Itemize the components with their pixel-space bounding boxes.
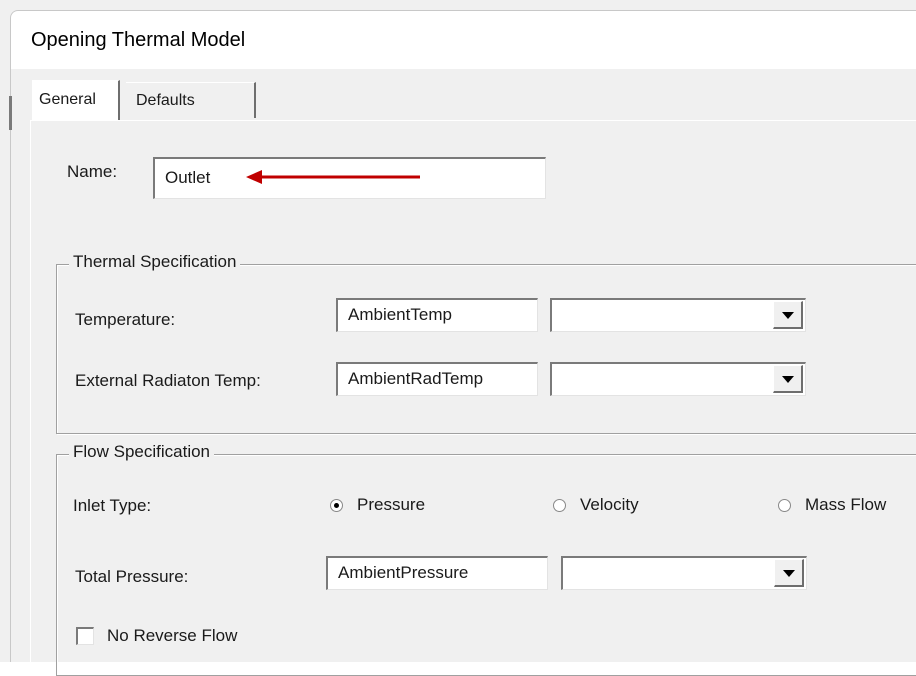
title-bar: Opening Thermal Model: [10, 10, 916, 69]
total-pressure-label: Total Pressure:: [75, 567, 189, 586]
temperature-input[interactable]: AmbientTemp: [336, 298, 538, 332]
no-reverse-flow-label[interactable]: No Reverse Flow: [107, 626, 237, 646]
pressure-unit-select[interactable]: [561, 556, 807, 590]
radiation-temp-input[interactable]: AmbientRadTemp: [336, 362, 538, 396]
window-edge-mark: [9, 96, 12, 130]
thermal-spec-group: Thermal Specification: [56, 252, 916, 434]
total-pressure-input[interactable]: AmbientPressure: [326, 556, 548, 590]
radio-pressure-label: Pressure: [357, 495, 426, 514]
dialog-window: Opening Thermal Model General Defaults N…: [0, 0, 916, 676]
tab-general[interactable]: General: [32, 80, 120, 120]
no-reverse-flow-checkbox[interactable]: [76, 627, 94, 645]
radio-velocity-circle[interactable]: [553, 498, 566, 512]
dropdown-arrow-icon: [782, 312, 794, 319]
radiation-temp-label: External Radiaton Temp:: [75, 371, 261, 390]
radio-pressure-circle[interactable]: [330, 498, 343, 512]
temperature-label: Temperature:: [75, 310, 176, 329]
dropdown-button[interactable]: [773, 301, 803, 329]
radio-mass-flow-label: Mass Flow: [805, 495, 887, 514]
dropdown-arrow-icon: [782, 376, 794, 383]
annotation-arrow: [246, 170, 420, 184]
inlet-type-label: Inlet Type:: [73, 496, 152, 515]
name-label: Name:: [67, 162, 118, 181]
radio-velocity-label: Velocity: [580, 495, 639, 514]
radio-velocity[interactable]: Velocity: [553, 495, 639, 515]
radio-mass-flow[interactable]: Mass Flow: [778, 495, 886, 515]
dropdown-button[interactable]: [774, 559, 804, 587]
radio-pressure[interactable]: Pressure: [330, 495, 425, 515]
temperature-unit-select[interactable]: [550, 298, 806, 332]
flow-spec-title: Flow Specification: [69, 442, 215, 462]
thermal-spec-title: Thermal Specification: [69, 252, 241, 272]
radiation-unit-select[interactable]: [550, 362, 806, 396]
window-left-border: [10, 68, 11, 662]
radio-mass-flow-circle[interactable]: [778, 498, 791, 512]
window-title: Opening Thermal Model: [31, 29, 246, 51]
tab-defaults[interactable]: Defaults: [126, 82, 256, 118]
dropdown-arrow-icon: [783, 570, 795, 577]
dropdown-button[interactable]: [773, 365, 803, 393]
